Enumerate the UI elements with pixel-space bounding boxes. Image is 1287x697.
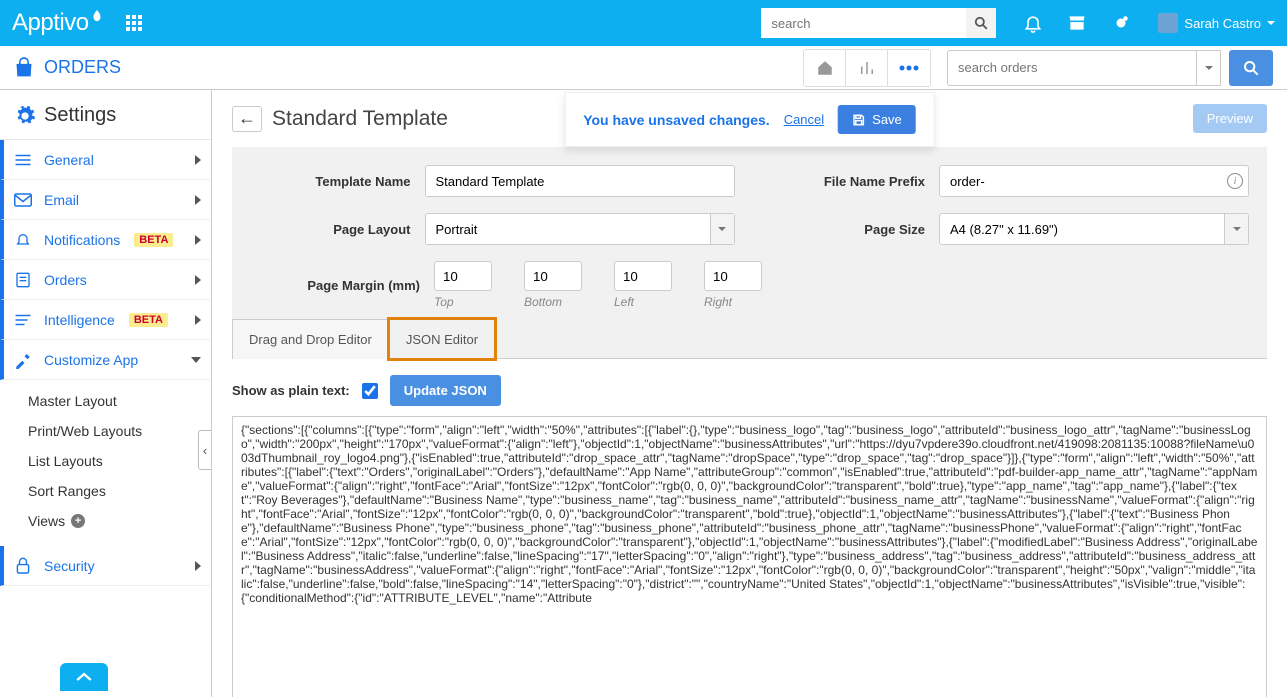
- tab-json-editor[interactable]: JSON Editor: [389, 319, 495, 359]
- order-search-dropdown[interactable]: [1197, 50, 1221, 86]
- search-icon: [1243, 60, 1259, 76]
- sidebar-item-notifications[interactable]: Notifications BETA: [0, 220, 211, 260]
- chevron-down-icon: [1267, 21, 1275, 25]
- order-search-input[interactable]: [947, 50, 1197, 86]
- page-size-label: Page Size: [765, 222, 926, 237]
- file-name-prefix-input[interactable]: [939, 165, 1249, 197]
- margin-top-input[interactable]: [434, 261, 492, 291]
- chevron-down-icon: [718, 227, 726, 231]
- apps-grid-icon[interactable]: [126, 15, 142, 31]
- envelope-icon: [12, 193, 34, 207]
- sidebar-header: Settings: [0, 90, 211, 140]
- brand-logo[interactable]: Apptivo: [12, 9, 104, 37]
- order-search: [947, 50, 1273, 86]
- notifications-icon[interactable]: [1022, 12, 1044, 34]
- margin-bottom-caption: Bottom: [524, 295, 582, 309]
- sidebar-item-email[interactable]: Email: [0, 180, 211, 220]
- save-button[interactable]: Save: [838, 105, 916, 134]
- template-name-input[interactable]: [425, 165, 735, 197]
- user-name: Sarah Castro: [1184, 16, 1261, 31]
- global-search-button[interactable]: [966, 8, 996, 38]
- margin-top-caption: Top: [434, 295, 492, 309]
- plus-icon: +: [71, 514, 85, 528]
- beta-badge: BETA: [134, 233, 173, 247]
- template-name-label: Template Name: [250, 174, 411, 189]
- sub-item-list-layouts[interactable]: List Layouts: [28, 446, 211, 476]
- cancel-link[interactable]: Cancel: [784, 112, 824, 127]
- order-search-button[interactable]: [1229, 50, 1273, 86]
- chart-icon-button[interactable]: [846, 50, 888, 86]
- sidebar-up-button[interactable]: [60, 663, 108, 691]
- page-layout-select[interactable]: [425, 213, 735, 245]
- json-editor-textarea[interactable]: [232, 416, 1267, 697]
- margin-left-input[interactable]: [614, 261, 672, 291]
- home-icon-button[interactable]: [804, 50, 846, 86]
- unsaved-message: You have unsaved changes.: [583, 112, 769, 128]
- save-icon: [852, 113, 866, 127]
- orders-icon: [12, 271, 34, 289]
- chevron-up-icon: [75, 671, 93, 683]
- help-icon[interactable]: [1110, 12, 1132, 34]
- search-icon: [974, 16, 988, 30]
- update-json-button[interactable]: Update JSON: [390, 375, 501, 406]
- lock-icon: [12, 557, 34, 575]
- user-menu[interactable]: Sarah Castro: [1158, 13, 1275, 33]
- sub-item-print-web-layouts[interactable]: Print/Web Layouts: [28, 416, 211, 446]
- beta-badge: BETA: [129, 313, 168, 327]
- chevron-down-icon: [1205, 66, 1213, 70]
- editor-tabs: Drag and Drop Editor JSON Editor: [232, 319, 1267, 359]
- sidebar-item-security[interactable]: Security: [0, 546, 211, 586]
- sub-item-sort-ranges[interactable]: Sort Ranges: [28, 476, 211, 506]
- global-topbar: Apptivo Sarah Castro: [0, 0, 1287, 46]
- show-plain-text-checkbox[interactable]: [362, 383, 378, 399]
- appbar-view-toggles: [803, 49, 931, 87]
- sidebar-item-general[interactable]: General: [0, 140, 211, 180]
- tools-icon: [12, 351, 34, 369]
- page-layout-label: Page Layout: [250, 222, 411, 237]
- unsaved-changes-bar: You have unsaved changes. Cancel Save: [564, 92, 935, 147]
- customize-sub-items: Master Layout Print/Web Layouts List Lay…: [0, 380, 211, 546]
- store-icon[interactable]: [1066, 12, 1088, 34]
- bell-icon: [12, 231, 34, 249]
- brand-name: Apptivo: [12, 9, 89, 37]
- margin-right-input[interactable]: [704, 261, 762, 291]
- list-icon: [12, 153, 34, 167]
- app-bar: ORDERS: [0, 46, 1287, 90]
- avatar: [1158, 13, 1178, 33]
- sub-item-views[interactable]: Views+: [28, 506, 211, 536]
- file-name-prefix-label: File Name Prefix: [765, 174, 926, 189]
- settings-sidebar: Settings General Email Notifications BET…: [0, 90, 212, 697]
- sidebar-item-orders[interactable]: Orders: [0, 260, 211, 300]
- page-margin-label: Page Margin (mm): [250, 278, 420, 293]
- chevron-down-icon: [1233, 227, 1241, 231]
- sidebar-item-customize-app[interactable]: Customize App: [0, 340, 211, 380]
- leaf-icon: [90, 9, 104, 23]
- show-plain-text-label: Show as plain text:: [232, 383, 350, 398]
- gear-icon: [14, 105, 36, 127]
- bag-icon: [14, 57, 34, 79]
- global-search: [761, 8, 996, 38]
- preview-button[interactable]: Preview: [1193, 104, 1267, 133]
- sidebar-item-intelligence[interactable]: Intelligence BETA: [0, 300, 211, 340]
- margin-bottom-input[interactable]: [524, 261, 582, 291]
- margin-left-caption: Left: [614, 295, 672, 309]
- sidebar-collapse-handle[interactable]: ‹: [198, 430, 212, 470]
- margin-right-caption: Right: [704, 295, 762, 309]
- tab-drag-drop[interactable]: Drag and Drop Editor: [232, 319, 389, 359]
- template-form: Template Name File Name Prefix i Page La…: [232, 147, 1267, 319]
- top-icons: [1022, 12, 1132, 34]
- sub-item-master-layout[interactable]: Master Layout: [28, 386, 211, 416]
- info-icon[interactable]: i: [1227, 173, 1243, 189]
- main-content: You have unsaved changes. Cancel Save ← …: [212, 90, 1287, 697]
- app-title[interactable]: ORDERS: [14, 57, 121, 79]
- page-title: Standard Template: [272, 107, 448, 131]
- intelligence-icon: [12, 313, 34, 327]
- back-button[interactable]: ←: [232, 106, 262, 132]
- global-search-input[interactable]: [761, 8, 966, 38]
- page-size-select[interactable]: [939, 213, 1249, 245]
- more-icon-button[interactable]: [888, 50, 930, 86]
